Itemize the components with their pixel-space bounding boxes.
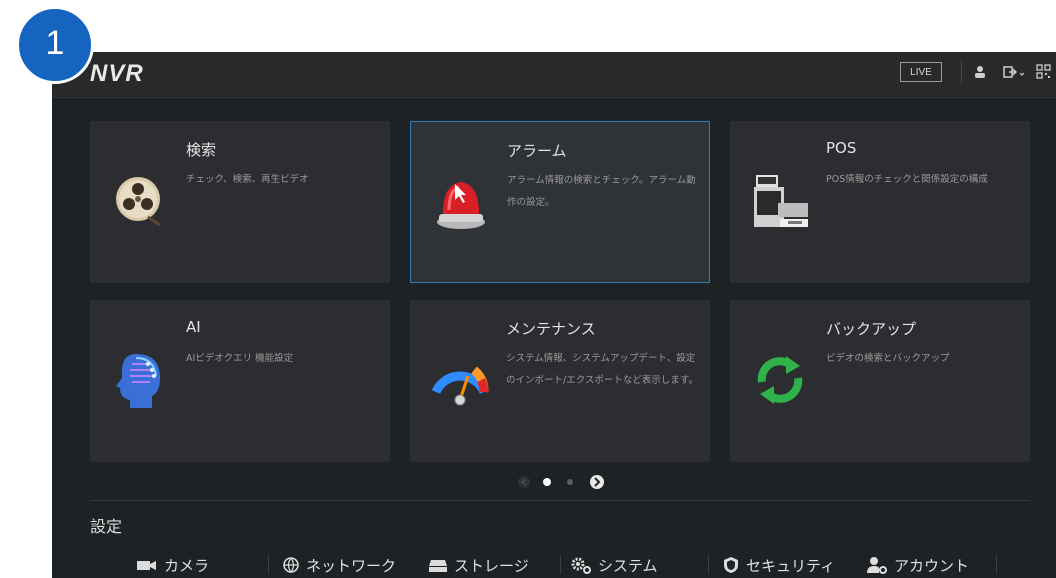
card-description: システム情報、システムアップデート、設定のインポート/エクスポートなど表示します… (506, 353, 698, 386)
nav-label: ストレージ (454, 556, 529, 575)
network-globe-icon (283, 557, 299, 574)
pagination (52, 472, 1056, 492)
divider (996, 556, 997, 574)
qr-code-icon[interactable] (1034, 62, 1054, 82)
nav-security[interactable]: セキュリティ (722, 552, 835, 578)
card-search[interactable]: 検索 チェック、検索、再生ビデオ (90, 121, 390, 283)
card-title: バックアップ (826, 320, 917, 338)
nav-label: アカウント (894, 556, 970, 575)
nav-label: カメラ (164, 556, 210, 575)
film-reel-icon (108, 169, 172, 233)
gears-icon (571, 557, 591, 574)
nav-network[interactable]: ネットワーク (282, 552, 396, 578)
hdd-icon (429, 560, 447, 572)
divider (90, 500, 1030, 501)
card-alarm[interactable]: アラーム アラーム情報の検索とチェック。アラーム動作の設定。 (410, 121, 710, 283)
card-title: POS (826, 139, 857, 157)
divider (708, 556, 709, 574)
page-dot-active[interactable] (543, 478, 551, 486)
nav-label: ネットワーク (306, 556, 397, 575)
card-title: 検索 (186, 141, 217, 159)
card-description: チェック、検索、再生ビデオ (186, 174, 309, 185)
card-title: アラーム (507, 142, 567, 160)
next-page-icon[interactable] (590, 475, 604, 489)
live-button[interactable]: LIVE (900, 62, 942, 82)
alarm-siren-icon (429, 170, 493, 234)
user-icon[interactable] (970, 62, 990, 82)
divider (268, 556, 269, 574)
card-pos[interactable]: POS POS情報のチェックと関係設定の構成 (730, 121, 1030, 283)
page-dot[interactable] (567, 479, 573, 485)
card-ai[interactable]: AI AIビデオクエリ 機能設定 (90, 300, 390, 462)
card-title: メンテナンス (506, 320, 596, 338)
account-gear-icon (867, 557, 887, 574)
step-badge: 1 (16, 6, 94, 84)
nav-camera[interactable]: カメラ (136, 552, 209, 578)
card-backup[interactable]: バックアップ ビデオの検索とバックアップ (730, 300, 1030, 462)
card-description: アラーム情報の検索とチェック。アラーム動作の設定。 (507, 175, 696, 208)
nvr-main-menu: NVR LIVE 検索 チェック、検索、再生ビデオ アラーム アラーム情報の検索… (52, 52, 1056, 578)
shield-icon (724, 557, 738, 573)
ai-head-icon (108, 348, 172, 412)
nav-label: セキュリティ (746, 556, 836, 575)
gauge-icon (428, 348, 492, 412)
nav-storage[interactable]: ストレージ (428, 552, 529, 578)
sync-arrows-icon (748, 348, 812, 412)
cash-register-icon (748, 169, 812, 233)
prev-page-icon[interactable] (518, 476, 530, 488)
nav-system[interactable]: システム (570, 552, 658, 578)
logout-icon[interactable] (1001, 62, 1027, 82)
card-title: AI (186, 318, 201, 336)
nav-account[interactable]: アカウント (866, 552, 969, 578)
card-description: POS情報のチェックと関係設定の構成 (826, 174, 988, 185)
nav-label: システム (598, 556, 658, 575)
divider (560, 556, 561, 574)
top-bar: NVR LIVE (52, 52, 1056, 98)
card-maintenance[interactable]: メンテナンス システム情報、システムアップデート、設定のインポート/エクスポート… (410, 300, 710, 462)
card-description: ビデオの検索とバックアップ (826, 353, 950, 364)
divider (961, 61, 962, 83)
card-description: AIビデオクエリ 機能設定 (186, 353, 294, 364)
settings-section-title: 設定 (90, 517, 123, 536)
logo: NVR (90, 60, 144, 87)
camera-icon (137, 561, 156, 570)
